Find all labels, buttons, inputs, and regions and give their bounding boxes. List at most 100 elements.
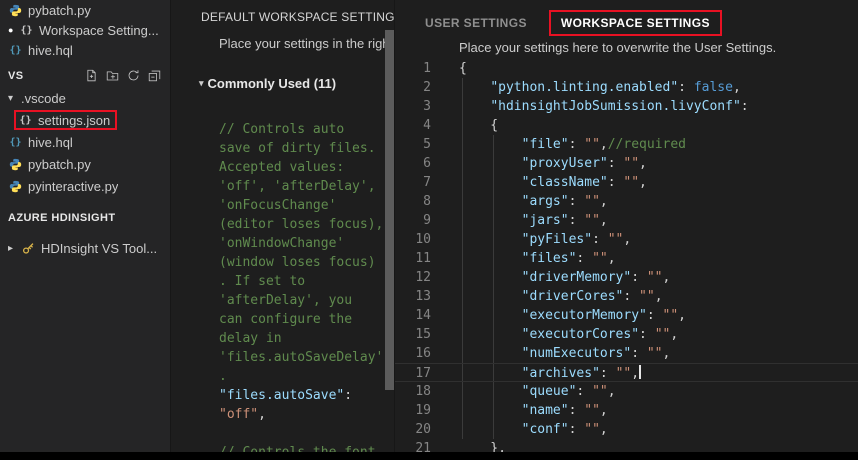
new-file-icon[interactable] — [85, 69, 99, 83]
code-text: "numExecutors": "", — [443, 344, 670, 363]
code-line[interactable]: 1{ — [395, 59, 858, 78]
default-code-line: 'files.autoSaveDelay' — [219, 348, 383, 367]
collapse-folders-icon[interactable] — [148, 69, 162, 83]
open-editor-item[interactable]: ●{}Workspace Setting... — [0, 20, 170, 40]
code-line[interactable]: 8 "args": "", — [395, 192, 858, 211]
code-line[interactable]: 6 "proxyUser": "", — [395, 154, 858, 173]
code-line[interactable]: 18 "queue": "", — [395, 382, 858, 401]
code-text: "executorCores": "", — [443, 325, 678, 344]
tree-item-content: pyinteractive.py — [8, 176, 118, 196]
scrollbar-thumb[interactable] — [385, 30, 394, 390]
line-number: 20 — [395, 420, 443, 439]
line-number: 5 — [395, 135, 443, 154]
line-number: 1 — [395, 59, 443, 78]
tree-item-label: pybatch.py — [28, 157, 91, 172]
default-code-line: 'off', 'afterDelay', — [219, 177, 383, 196]
code-text: "hdinsightJobSumission.livyConf": — [443, 97, 749, 116]
open-editor-label: hive.hql — [28, 43, 73, 58]
line-number: 12 — [395, 268, 443, 287]
braces-icon: {} — [18, 115, 33, 126]
code-line[interactable]: 14 "executorMemory": "", — [395, 306, 858, 325]
open-editor-item[interactable]: {}hive.hql — [0, 40, 170, 60]
tree-item-label: pyinteractive.py — [28, 179, 118, 194]
modified-dot: ● — [8, 25, 19, 35]
line-number: 2 — [395, 78, 443, 97]
open-editor-label: Workspace Setting... — [39, 23, 159, 38]
tab-workspace-settings[interactable]: WORKSPACE SETTINGS — [549, 10, 722, 36]
tree-item-pybatch-py[interactable]: pybatch.py — [0, 153, 170, 175]
sidebar: pybatch.py●{}Workspace Setting...{}hive.… — [0, 0, 170, 452]
tree-item-settings-json[interactable]: {} settings.json — [0, 109, 170, 131]
code-line[interactable]: 2 "python.linting.enabled": false, — [395, 78, 858, 97]
default-code-line: . If set to — [219, 272, 383, 291]
code-line[interactable]: 11 "files": "", — [395, 249, 858, 268]
tree-item-label: settings.json — [38, 113, 110, 128]
tree-item-hdinsight-vs-tools[interactable]: ▸ HDInsight VS Tool... — [0, 237, 170, 259]
line-number: 16 — [395, 344, 443, 363]
line-number: 8 — [395, 192, 443, 211]
code-line[interactable]: 9 "jars": "", — [395, 211, 858, 230]
default-code-line: 'afterDelay', you — [219, 291, 383, 310]
code-line[interactable]: 20 "conf": "", — [395, 420, 858, 439]
line-number: 18 — [395, 382, 443, 401]
open-editor-label: pybatch.py — [28, 3, 91, 18]
open-editor-item[interactable]: pybatch.py — [0, 0, 170, 20]
commonly-used-section-header[interactable]: ▾ Commonly Used (11) — [199, 76, 336, 91]
tree-item-label: hive.hql — [28, 135, 73, 150]
line-number: 9 — [395, 211, 443, 230]
code-line[interactable]: 15 "executorCores": "", — [395, 325, 858, 344]
default-code-line: // Controls the font — [219, 443, 383, 452]
python-icon — [8, 180, 23, 193]
text-cursor — [639, 365, 641, 379]
code-line[interactable]: 13 "driverCores": "", — [395, 287, 858, 306]
tree-item-hive-hql[interactable]: {}hive.hql — [0, 131, 170, 153]
code-text: "executorMemory": "", — [443, 306, 686, 325]
code-area[interactable]: 1{2 "python.linting.enabled": false,3 "h… — [395, 59, 858, 458]
code-line[interactable]: 12 "driverMemory": "", — [395, 268, 858, 287]
code-line[interactable]: 4 { — [395, 116, 858, 135]
default-code-line: can configure the — [219, 310, 383, 329]
code-text: "files": "", — [443, 249, 616, 268]
default-settings-title: DEFAULT WORKSPACE SETTINGS — [201, 10, 394, 24]
code-text: "python.linting.enabled": false, — [443, 78, 741, 97]
code-line[interactable]: 7 "className": "", — [395, 173, 858, 192]
explorer-section-header[interactable]: VS — [0, 65, 170, 87]
default-code-line: delay in — [219, 329, 383, 348]
default-code-line: "files.autoSave": — [219, 386, 383, 405]
code-text: "archives": "", — [443, 364, 641, 381]
default-code-line: save of dirty files. — [219, 139, 383, 158]
code-line[interactable]: 5 "file": "",//required — [395, 135, 858, 154]
line-number: 7 — [395, 173, 443, 192]
default-code-line: 'onFocusChange' — [219, 196, 383, 215]
highlight-box: {} settings.json — [14, 110, 117, 130]
new-folder-icon[interactable] — [106, 69, 120, 83]
code-text: "driverCores": "", — [443, 287, 663, 306]
default-settings-code: // Controls autosave of dirty files.Acce… — [219, 120, 383, 452]
explorer-section-title: VS — [8, 70, 23, 82]
tree-item-pyinteractive-py[interactable]: pyinteractive.py — [0, 175, 170, 197]
line-number: 13 — [395, 287, 443, 306]
open-editors-list: pybatch.py ●{}Workspace Setting...{}hive.… — [0, 0, 170, 60]
line-number: 17 — [395, 364, 443, 381]
azure-section-header[interactable]: AZURE HDINSIGHT — [0, 207, 170, 229]
code-text: { — [443, 116, 498, 135]
line-number: 11 — [395, 249, 443, 268]
settings-tabs: USER SETTINGS WORKSPACE SETTINGS — [425, 10, 722, 36]
default-code-line: (window loses focus) — [219, 253, 383, 272]
code-text: "pyFiles": "", — [443, 230, 631, 249]
file-tree: ▾.vscode {} settings.json {}hive.hql pybatch… — [0, 87, 170, 197]
code-line[interactable]: 3 "hdinsightJobSumission.livyConf": — [395, 97, 858, 116]
default-code-line: . — [219, 367, 383, 386]
tab-user-settings[interactable]: USER SETTINGS — [425, 16, 527, 30]
code-line[interactable]: 17 "archives": "", — [395, 363, 858, 382]
code-text: "args": "", — [443, 192, 608, 211]
code-line[interactable]: 19 "name": "", — [395, 401, 858, 420]
line-number: 19 — [395, 401, 443, 420]
tree-item-content: pybatch.py — [8, 154, 91, 174]
editor-hint: Place your settings here to overwrite th… — [459, 40, 776, 55]
refresh-explorer-icon[interactable] — [127, 69, 141, 83]
code-line[interactable]: 16 "numExecutors": "", — [395, 344, 858, 363]
tree-item--vscode[interactable]: ▾.vscode — [0, 87, 170, 109]
azure-section-title: AZURE HDINSIGHT — [8, 212, 115, 224]
code-line[interactable]: 10 "pyFiles": "", — [395, 230, 858, 249]
